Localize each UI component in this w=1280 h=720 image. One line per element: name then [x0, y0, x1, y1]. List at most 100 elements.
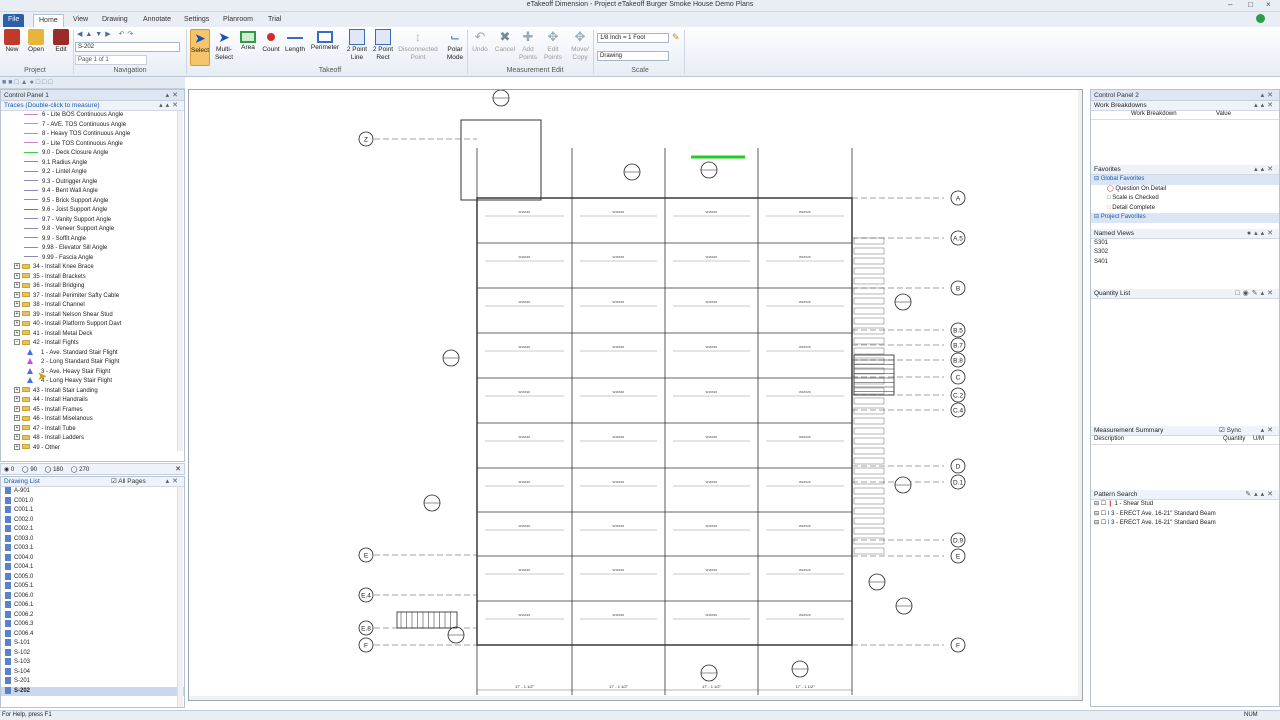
- trace-item[interactable]: 9.9 - Soffit Angle: [1, 235, 184, 245]
- flight-item[interactable]: 1 - Ave. Standard Stair Flight: [1, 348, 184, 359]
- pattern-item[interactable]: ⊟ ☐ ❙ 1 - Shear Stud: [1091, 500, 1279, 510]
- trace-group[interactable]: +41 - Install Metal Deck: [1, 329, 184, 340]
- expand-icon[interactable]: +: [14, 263, 20, 270]
- nav-arrows[interactable]: ◀▲▼▶ ↶↷: [77, 30, 157, 38]
- trace-group[interactable]: +36 - Install Bridging: [1, 282, 184, 292]
- scale-picker-icon[interactable]: ✎: [672, 32, 680, 43]
- trace-group[interactable]: +38 - Install Channel: [1, 301, 184, 311]
- expand-icon[interactable]: +: [14, 434, 20, 441]
- count-button[interactable]: Count: [262, 29, 280, 54]
- drawing-item[interactable]: S-101: [1, 639, 184, 649]
- add-points-button[interactable]: ✚ Add Points: [518, 29, 538, 62]
- drawing-item[interactable]: S-201: [1, 677, 184, 687]
- trace-item[interactable]: 6 - Lite BOS Continuous Angle: [1, 111, 184, 121]
- drawing-item[interactable]: A-901: [1, 487, 184, 497]
- perimeter-button[interactable]: Perimeter: [310, 29, 340, 52]
- trace-item[interactable]: 9.8 - Veneer Support Angle: [1, 225, 184, 235]
- drawing-item[interactable]: S-102: [1, 648, 184, 659]
- traces-scrollbar[interactable]: [177, 111, 183, 451]
- trace-group[interactable]: +47 - Install Tube: [1, 424, 184, 435]
- trace-group[interactable]: +46 - Install Miselanous: [1, 415, 184, 425]
- tab-settings[interactable]: Settings: [179, 14, 214, 27]
- maximize-button[interactable]: □: [1248, 0, 1253, 9]
- area-button[interactable]: Area: [239, 29, 257, 52]
- drawing-item[interactable]: C004.1: [1, 563, 184, 573]
- expand-icon[interactable]: +: [14, 310, 20, 317]
- sync-checkbox[interactable]: ☑ Sync: [1219, 426, 1241, 434]
- horizontal-scrollbar[interactable]: [189, 696, 1078, 701]
- two-point-line-button[interactable]: 2 Point Line: [346, 29, 368, 62]
- scale-input[interactable]: 1/8 Inch = 1 Foot: [597, 33, 669, 43]
- views-controls[interactable]: ●▴▴✕: [1247, 229, 1276, 237]
- trace-group[interactable]: +48 - Install Ladders: [1, 434, 184, 444]
- minimize-button[interactable]: –: [1228, 0, 1232, 9]
- qty-controls[interactable]: □◉✎▴✕: [1235, 289, 1276, 297]
- pattern-item[interactable]: ⊟ ☐ I 3 - ERECT Ave. 16-21" Standard Bea…: [1091, 510, 1279, 520]
- view-s302[interactable]: S302: [1091, 248, 1279, 258]
- length-button[interactable]: Length: [284, 29, 306, 54]
- drawing-item[interactable]: C001.0: [1, 496, 184, 507]
- rotation-180[interactable]: ◯ 180: [45, 467, 63, 473]
- tab-view[interactable]: View: [68, 14, 93, 27]
- rotation-close-icon[interactable]: ✕: [175, 465, 181, 473]
- undo-button[interactable]: ↶ Undo: [470, 29, 490, 54]
- fav-controls[interactable]: ▴▴✕: [1254, 165, 1276, 173]
- tab-file[interactable]: File: [3, 14, 25, 27]
- expand-icon[interactable]: +: [14, 301, 20, 308]
- project-favorites[interactable]: ⊟ Project Favorites: [1091, 213, 1279, 223]
- drawing-item[interactable]: C006.1: [1, 601, 184, 611]
- expand-icon[interactable]: +: [14, 424, 20, 431]
- drawing-item[interactable]: C004.0: [1, 553, 184, 564]
- open-button[interactable]: Open: [28, 29, 44, 54]
- tab-home[interactable]: Home: [33, 14, 64, 27]
- expand-icon[interactable]: +: [14, 405, 20, 412]
- flight-item[interactable]: 4 - Long Heavy Stair Flight: [1, 377, 184, 387]
- all-pages-checkbox[interactable]: ☑ All Pages: [111, 477, 146, 485]
- trace-item[interactable]: 9.99 - Fascia Angle: [1, 254, 184, 264]
- drawing-item[interactable]: C005.1: [1, 582, 184, 592]
- page-selector[interactable]: Page 1 of 1: [75, 55, 147, 65]
- traces-controls[interactable]: ▴▴✕: [159, 101, 181, 109]
- cp2-controls[interactable]: ▴✕: [1261, 91, 1276, 99]
- drawing-item[interactable]: C006.2: [1, 610, 184, 621]
- ms-controls[interactable]: ▴✕: [1261, 426, 1276, 434]
- wb-controls[interactable]: ▴▴✕: [1254, 101, 1276, 109]
- trace-item[interactable]: 9.7 - Vanity Support Angle: [1, 216, 184, 226]
- drawing-item[interactable]: S-103: [1, 658, 184, 668]
- cancel-button[interactable]: ✖ Cancel: [494, 29, 516, 54]
- view-s301[interactable]: S301: [1091, 239, 1279, 249]
- sheet-selector[interactable]: S-202: [75, 42, 180, 52]
- rotation-90[interactable]: ◯ 90: [22, 467, 37, 473]
- trace-group[interactable]: +39 - Install Nelson Shear Stud: [1, 310, 184, 321]
- flight-item[interactable]: 2 - Long Standard Stair Flight: [1, 358, 184, 368]
- help-icon[interactable]: [1256, 14, 1265, 23]
- trace-item[interactable]: 9.4 - Bent Wall Angle: [1, 187, 184, 197]
- drawing-list-controls[interactable]: ▴✕: [166, 477, 181, 485]
- view-s401[interactable]: S401: [1091, 258, 1279, 268]
- trace-group[interactable]: +49 - Other: [1, 443, 184, 452]
- flight-item[interactable]: 3 - Ave. Heavy Stair Flight: [1, 367, 184, 378]
- drawing-item[interactable]: C006.3: [1, 620, 184, 630]
- close-window-button[interactable]: ×: [1266, 0, 1271, 9]
- ps-controls[interactable]: ✎▴▴✕: [1245, 490, 1276, 498]
- drawing-item[interactable]: C005.0: [1, 572, 184, 583]
- trace-group[interactable]: +45 - Install Frames: [1, 405, 184, 416]
- quick-tools-icons[interactable]: ■■□▲●□□□: [2, 79, 82, 87]
- polar-mode-button[interactable]: ⌙ Polar Mode: [444, 29, 466, 62]
- trace-item[interactable]: 9.98 - Elevator Sill Angle: [1, 244, 184, 254]
- fav-item-detail[interactable]: □ Detail Complete: [1091, 204, 1279, 214]
- expand-icon[interactable]: +: [14, 282, 20, 289]
- rotation-270[interactable]: ◯ 270: [71, 467, 89, 473]
- drawing-list-scrollbar[interactable]: [177, 487, 183, 707]
- trace-item[interactable]: 7 - AVE. TOS Continuous Angle: [1, 121, 184, 131]
- panel-controls[interactable]: ▴✕: [166, 91, 181, 99]
- expand-icon[interactable]: −: [14, 339, 20, 346]
- drawing-item[interactable]: S-104: [1, 667, 184, 678]
- expand-icon[interactable]: +: [14, 396, 20, 403]
- expand-icon[interactable]: +: [14, 415, 20, 422]
- structural-plan[interactable]: W16X26 W16X26 W16X26 W16X26 W16X26 W16X26 W16X…: [189, 90, 1083, 701]
- tab-drawing[interactable]: Drawing: [97, 14, 133, 27]
- multi-select-button[interactable]: ➤ Multi- Select: [213, 29, 235, 62]
- fav-item-scale[interactable]: □ Scale is Checked: [1091, 194, 1279, 204]
- drawing-item[interactable]: C002.1: [1, 525, 184, 535]
